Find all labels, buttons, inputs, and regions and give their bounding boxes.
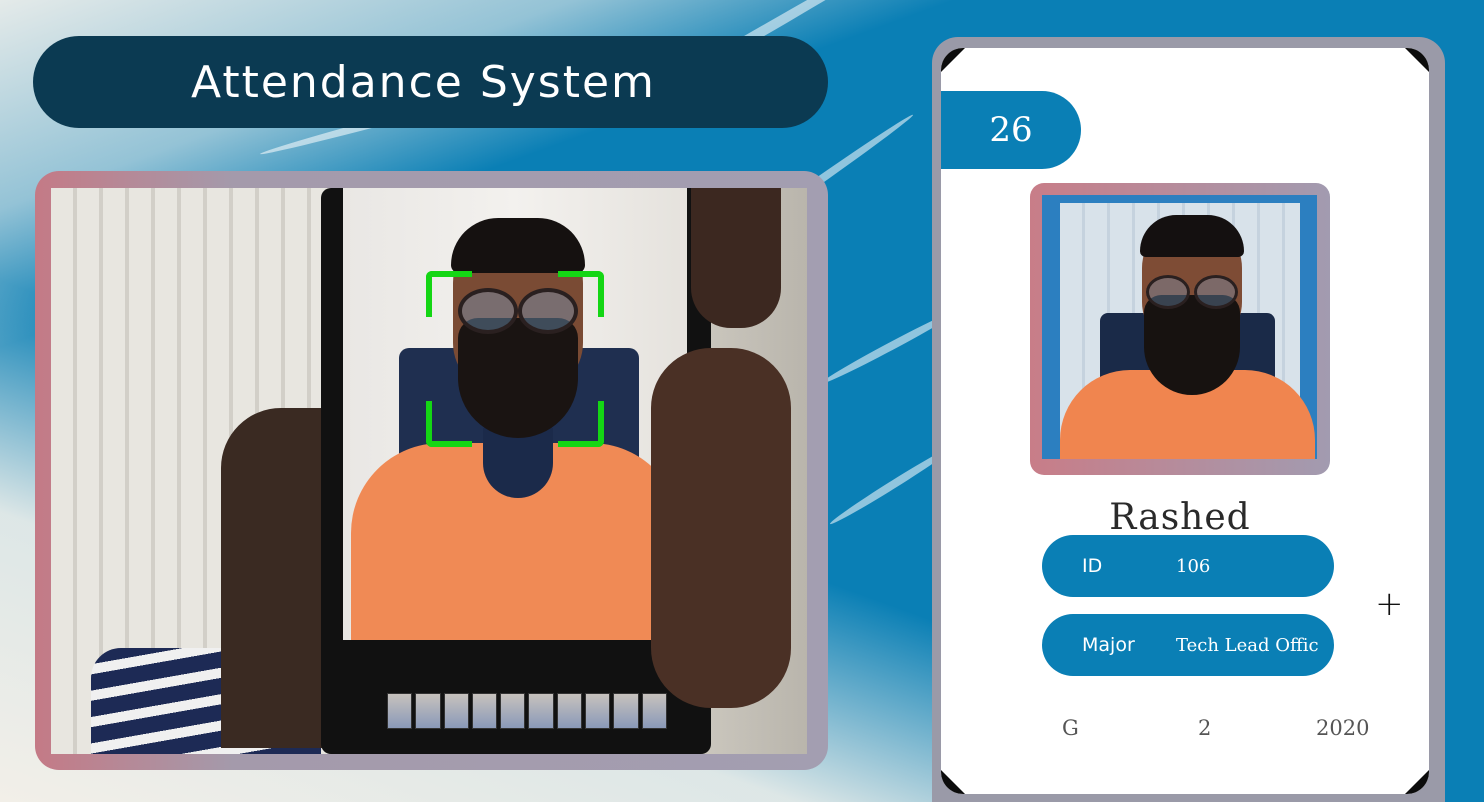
- attendance-count: 26: [989, 110, 1033, 150]
- attendance-count-badge: 26: [941, 91, 1081, 169]
- major-field: Major Tech Lead Offic: [1042, 614, 1334, 676]
- student-info-panel: 26 Rashed ID 106 Major Tech Lead Offic +…: [941, 48, 1429, 794]
- webcam-feed: [51, 188, 807, 754]
- plus-icon: +: [1375, 584, 1404, 624]
- major-value: Tech Lead Offic: [1176, 635, 1319, 656]
- face-detection-box: [426, 271, 604, 447]
- id-value: 106: [1176, 556, 1211, 577]
- id-field: ID 106: [1042, 535, 1334, 597]
- major-label: Major: [1082, 634, 1135, 656]
- student-photo-frame: [1030, 183, 1330, 475]
- title-bar: Attendance System: [33, 36, 828, 128]
- webcam-frame: [35, 171, 828, 770]
- student-photo: [1042, 195, 1317, 459]
- starting-year-value: 2020: [1316, 716, 1370, 740]
- app-title: Attendance System: [191, 56, 656, 108]
- year-value: 2: [1198, 716, 1212, 740]
- id-label: ID: [1082, 555, 1103, 577]
- standing-value: G: [1062, 716, 1079, 740]
- student-name: Rashed: [1109, 497, 1251, 538]
- student-info-frame: 26 Rashed ID 106 Major Tech Lead Offic +…: [932, 37, 1445, 802]
